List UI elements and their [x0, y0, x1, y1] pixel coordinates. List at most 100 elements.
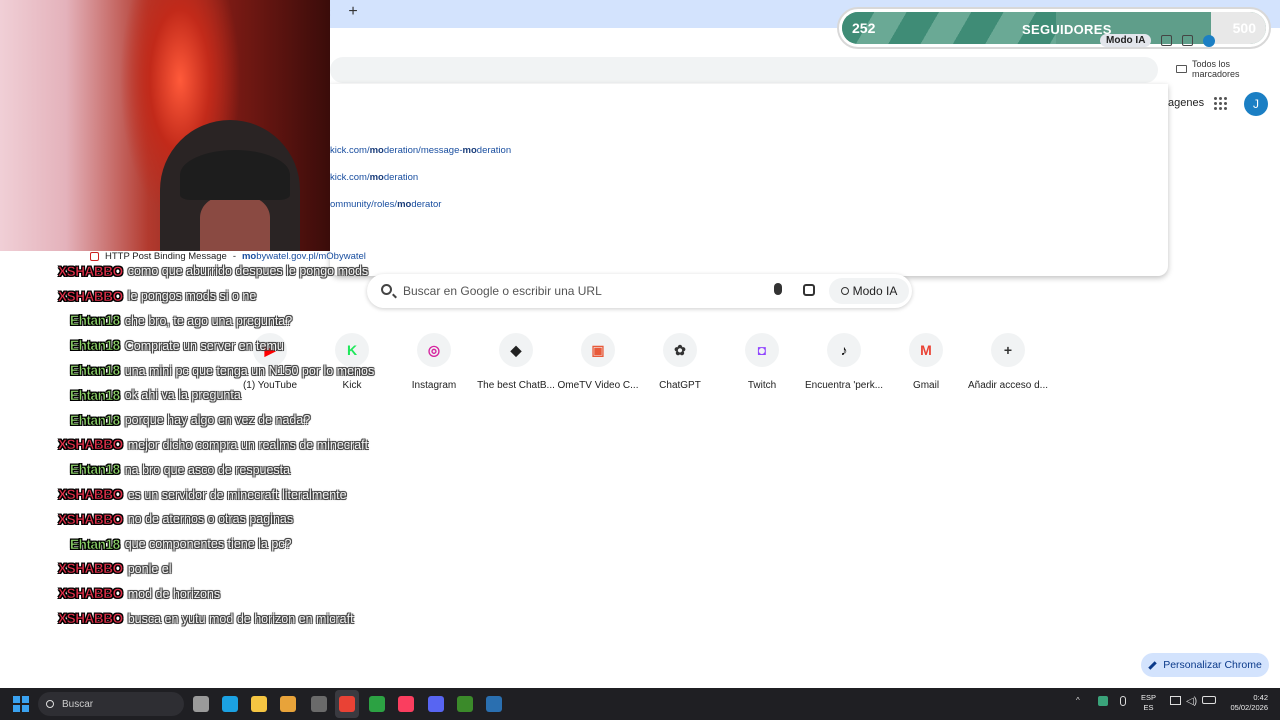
volume-icon[interactable]: ◁)	[1186, 696, 1197, 707]
shortcut-tile[interactable]: + Añadir acceso d...	[967, 333, 1049, 391]
twitch-icon: ◘	[745, 333, 779, 367]
images-link[interactable]: agenes	[1168, 97, 1204, 109]
chat-message: Ehtan18 que componentes tiene la pc?	[58, 532, 458, 557]
input-language[interactable]: ESP ES	[1141, 693, 1156, 713]
sparkle-search-icon	[840, 287, 849, 295]
suggestion-item[interactable]: ommunity/roles/moderator	[330, 199, 441, 210]
minecraft-icon[interactable]	[457, 696, 473, 712]
chat-message: Ehtan18 ok ahi va la pregunta	[58, 383, 458, 408]
show-hidden-icons[interactable]: ^	[1076, 696, 1080, 705]
search-icon	[46, 700, 54, 708]
file-explorer-icon[interactable]	[251, 696, 267, 712]
shortcut-tile[interactable]: ♪ Encuentra 'perk...	[803, 333, 885, 391]
obs-icon[interactable]	[311, 696, 327, 712]
chat-username: Ehtan18	[70, 338, 121, 354]
chat-username: Ehtan18	[70, 387, 121, 403]
chat-message: XSHABBO busca en yutu mod de horizon en m…	[58, 606, 458, 631]
taskbar-search[interactable]: Buscar	[38, 692, 184, 716]
chat-message: XSHABBO no de aternos o otras paginas	[58, 507, 458, 532]
task-view-icon[interactable]	[193, 696, 209, 712]
profile-icon[interactable]	[1203, 34, 1216, 47]
shortcut-tile[interactable]: ◘ Twitch	[721, 333, 803, 391]
chat-username: Ehtan18	[70, 536, 121, 552]
chatgpt-icon: ✿	[663, 333, 697, 367]
chat-message: XSHABBO es un servidor de minecraft liter…	[58, 482, 458, 507]
shortcut-label: Añadir acceso d...	[967, 380, 1049, 391]
customize-chrome-button[interactable]: Personalizar Chrome	[1141, 653, 1269, 677]
defender-icon[interactable]	[1098, 696, 1108, 706]
chat-text: ponle el	[127, 561, 172, 576]
google-apps-icon[interactable]	[1214, 97, 1228, 111]
ometv-icon: ▣	[581, 333, 615, 367]
chat-message: Ehtan18 porque hay algo en vez de nada?	[58, 408, 458, 433]
chat-text: porque hay algo en vez de nada?	[124, 413, 311, 428]
chat-text: que componentes tiene la pc?	[124, 537, 292, 552]
chat-text: na bro que asco de respuesta	[124, 462, 291, 477]
address-bar[interactable]	[330, 57, 1158, 83]
streamer-beanie	[180, 150, 290, 200]
chat-message: XSHABBO mejor dicho compra un realms de m…	[58, 433, 458, 458]
chrome-icon[interactable]	[339, 696, 355, 712]
edge-icon[interactable]	[222, 696, 238, 712]
chat-username: Ehtan18	[70, 313, 121, 329]
windows-start-icon[interactable]	[13, 696, 29, 712]
extensions-icon[interactable]	[1161, 35, 1173, 46]
chat-username: Ehtan18	[70, 412, 121, 428]
xbox-icon[interactable]	[369, 696, 385, 712]
chat-text: busca en yutu mod de horizon en micraft	[127, 611, 354, 626]
chatbot-icon: ◆	[499, 333, 533, 367]
chat-message: Ehtan18 na bro que asco de respuesta	[58, 457, 458, 482]
shortcut-label: Encuentra 'perk...	[804, 380, 884, 391]
screen: × + Todos los marcadores agenes J kick.c…	[0, 0, 1280, 720]
reading-list-icon[interactable]	[1182, 35, 1194, 46]
media-player-icon[interactable]	[280, 696, 296, 712]
chat-username: XSHABBO	[58, 288, 124, 304]
chat-text: che bro, te ago una pregunta?	[124, 313, 293, 328]
goal-title: SEGUIDORES	[1022, 22, 1112, 37]
microphone-icon[interactable]	[774, 283, 782, 295]
shortcut-tile[interactable]: ▣ OmeTV Video C...	[557, 333, 639, 391]
chat-text: le pongos mods si o ne	[127, 289, 257, 304]
toolbar-extensions: Modo IA	[1100, 34, 1216, 47]
webcam-overlay	[0, 0, 330, 251]
system-clock[interactable]: 0:42 05/02/2026	[1224, 693, 1268, 713]
shortcut-tile[interactable]: ✿ ChatGPT	[639, 333, 721, 391]
account-avatar[interactable]: J	[1244, 92, 1268, 116]
shortcut-tile[interactable]: ◆ The best ChatB...	[475, 333, 557, 391]
shortcut-label: OmeTV Video C...	[557, 380, 639, 391]
shortcut-label: Twitch	[747, 380, 777, 391]
omnibox-suggestions	[330, 84, 1168, 276]
windows-taskbar: Buscar ^ ESP ES ◁) 0:42 05/02/2026	[0, 688, 1280, 720]
shortcut-tile[interactable]: M Gmail	[885, 333, 967, 391]
music-icon[interactable]	[398, 696, 414, 712]
chat-username: XSHABBO	[58, 586, 124, 602]
suggestion-item[interactable]: kick.com/moderation	[330, 172, 418, 183]
chat-username: XSHABBO	[58, 611, 124, 627]
folder-icon	[1176, 65, 1187, 73]
new-tab-button[interactable]: +	[344, 3, 362, 21]
tiktok-icon: ♪	[827, 333, 861, 367]
google-lens-icon[interactable]	[803, 284, 815, 296]
shortcut-label: Gmail	[912, 380, 940, 391]
chat-text: mejor dicho compra un realms de minecraf…	[127, 437, 369, 452]
steam-icon[interactable]	[486, 696, 502, 712]
chat-username: XSHABBO	[58, 511, 124, 527]
gmail-icon: M	[909, 333, 943, 367]
chat-text: es un servidor de minecraft literalmente	[127, 487, 347, 502]
chat-message: XSHABBO ponle el	[58, 557, 458, 582]
chat-username: XSHABBO	[58, 487, 124, 503]
network-icon[interactable]	[1170, 696, 1181, 705]
stream-chat-overlay: XSHABBO como que aburrido despues le pong…	[58, 259, 458, 631]
microphone-tray-icon[interactable]	[1120, 696, 1126, 706]
goal-current-count: 252	[852, 20, 876, 36]
chat-text: Comprate un server en temu	[124, 338, 284, 353]
ai-mode-button[interactable]: Modo IA	[829, 278, 909, 304]
all-bookmarks-button[interactable]: Todos los marcadores	[1176, 59, 1280, 79]
chat-text: no de aternos o otras paginas	[127, 512, 294, 527]
ai-mode-chip[interactable]: Modo IA	[1100, 34, 1152, 47]
chat-username: Ehtan18	[70, 462, 121, 478]
discord-icon[interactable]	[428, 696, 444, 712]
suggestion-item[interactable]: kick.com/moderation/message-moderation	[330, 145, 511, 156]
battery-icon[interactable]	[1202, 696, 1216, 704]
chat-username: Ehtan18	[70, 363, 121, 379]
